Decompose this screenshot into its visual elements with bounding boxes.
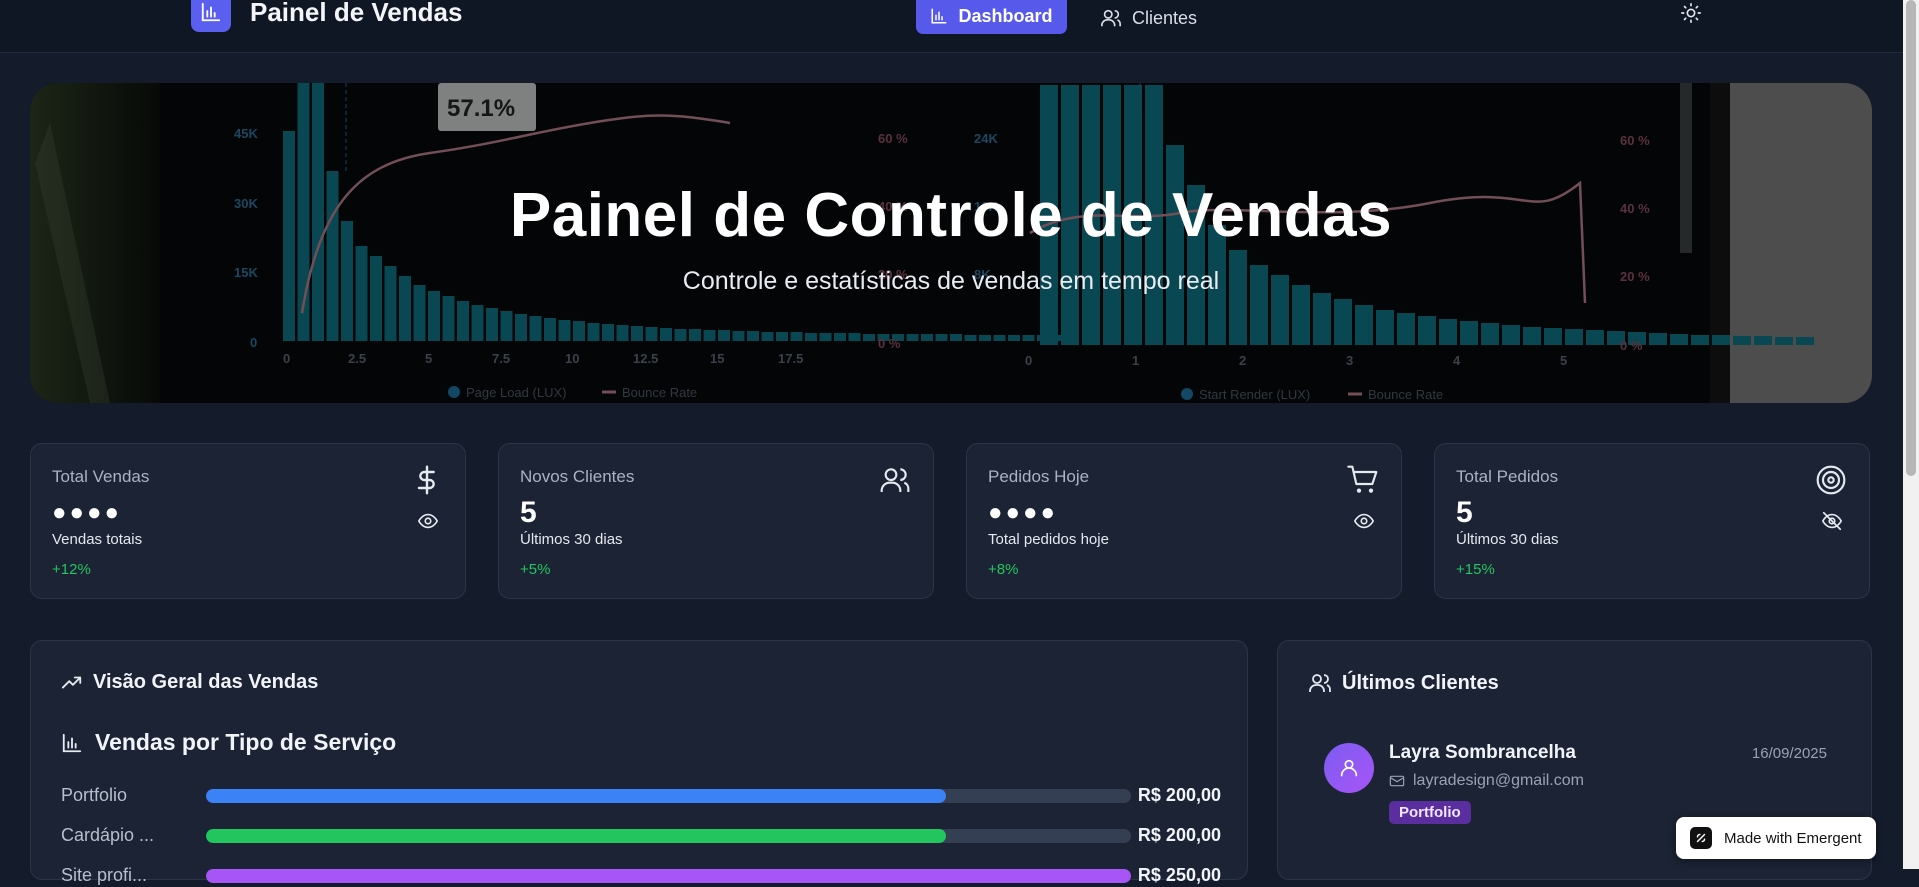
trending-up-icon [61, 676, 82, 688]
sales-overview-title: Visão Geral das Vendas [93, 671, 319, 693]
stat-description: Total pedidos hoje [988, 531, 1109, 548]
latest-clients-header: Últimos Clientes [1308, 671, 1499, 695]
users-icon [1101, 9, 1121, 27]
hero-subtitle: Controle e estatísticas de vendas em tem… [682, 267, 1220, 295]
bar-label: Portfolio [61, 785, 128, 805]
client-service-tag: Portfolio [1389, 801, 1471, 824]
sun-icon [1681, 3, 1701, 23]
cart-icon [1347, 465, 1378, 493]
badge-label: Made with Emergent [1724, 829, 1862, 847]
stat-card-total-pedidos: Total Pedidos 5 Últimos 30 dias +15% [1434, 443, 1870, 599]
nav-dashboard-label: Dashboard [958, 5, 1053, 26]
service-bar-row: Site profi... R$ 250,00 [61, 863, 1221, 887]
bar-chart-icon [201, 2, 221, 22]
hero-title: Painel de Controle de Vendas [509, 181, 1393, 250]
bar-track [206, 789, 1131, 803]
stat-card-novos-clientes: Novos Clientes 5 Últimos 30 dias +5% [498, 443, 934, 599]
stat-description: Últimos 30 dias [520, 531, 623, 548]
bar-label: Cardápio ... [61, 825, 155, 845]
nav-clientes-label: Clientes [1132, 7, 1198, 28]
service-chart-label: Vendas por Tipo de Serviço [95, 729, 397, 755]
service-bar-row: Portfolio R$ 200,00 [61, 783, 1221, 807]
top-navbar: Painel de Vendas Dashboard Clientes [0, 0, 1903, 53]
nav-dashboard-button[interactable]: Dashboard [916, 0, 1067, 34]
bar-value: R$ 200,00 [1137, 825, 1221, 845]
client-email: layradesign@gmail.com [1413, 772, 1584, 789]
scrollbar-thumb[interactable] [1906, 0, 1916, 476]
dollar-icon [417, 465, 435, 495]
bar-track [206, 829, 1131, 843]
client-name[interactable]: Layra Sombrancelha [1389, 742, 1576, 764]
bar-fill [206, 789, 946, 803]
app-logo[interactable] [191, 0, 231, 32]
client-email-row: layradesign@gmail.com [1389, 772, 1584, 790]
stat-title: Novos Clientes [520, 467, 635, 486]
made-with-emergent-badge[interactable]: Made with Emergent [1676, 817, 1876, 859]
service-chart-title: Vendas por Tipo de Serviço [61, 729, 396, 756]
app-title: Painel de Vendas [250, 0, 463, 27]
emergent-logo-icon [1690, 827, 1712, 849]
bar-fill [206, 869, 1131, 883]
stat-description: Vendas totais [52, 531, 143, 548]
bar-chart-icon [931, 8, 947, 24]
users-icon [1309, 674, 1331, 692]
stat-title: Total Vendas [52, 467, 150, 486]
client-date: 16/09/2025 [1751, 745, 1827, 762]
stat-card-total-vendas: Total Vendas ●●●● Vendas totais +12% [30, 443, 466, 599]
stat-value: ●●●● [988, 499, 1058, 526]
eye-icon[interactable] [1353, 510, 1375, 532]
stat-description: Últimos 30 dias [1456, 531, 1559, 548]
bar-value: R$ 200,00 [1137, 785, 1221, 805]
stat-change: +12% [52, 561, 91, 578]
hero-banner: 57.1% 45K 30K 15K 0 24K 16K 8K 0 2.5 5 7… [30, 83, 1872, 403]
target-icon [1816, 465, 1846, 495]
bar-chart-icon [62, 733, 82, 752]
stat-title: Total Pedidos [1456, 467, 1559, 486]
stat-card-pedidos-hoje: Pedidos Hoje ●●●● Total pedidos hoje +8% [966, 443, 1402, 599]
bar-label: Site profi... [61, 865, 148, 885]
sales-overview-panel: Visão Geral das Vendas Vendas por Tipo d… [30, 640, 1248, 885]
stat-title: Pedidos Hoje [988, 467, 1090, 486]
stat-change: +8% [988, 561, 1019, 578]
users-icon [880, 468, 910, 492]
bar-fill [206, 829, 946, 843]
stat-value: ●●●● [52, 499, 122, 526]
eye-off-icon[interactable] [1821, 510, 1843, 532]
bar-track [206, 869, 1131, 883]
nav-clientes-button[interactable]: Clientes [1100, 0, 1197, 38]
user-icon [1340, 759, 1358, 777]
service-bar-row: Cardápio ... R$ 200,00 [61, 823, 1221, 847]
bar-value: R$ 250,00 [1137, 865, 1221, 885]
stat-change: +15% [1456, 561, 1495, 578]
theme-toggle-button[interactable] [1680, 2, 1702, 24]
sales-overview-header: Visão Geral das Vendas [61, 671, 318, 694]
eye-icon[interactable] [417, 510, 439, 532]
avatar [1324, 743, 1374, 793]
page-scrollbar[interactable] [1903, 0, 1919, 869]
stat-change: +5% [520, 561, 551, 578]
stat-value: 5 [1456, 496, 1473, 529]
stat-value: 5 [520, 496, 537, 529]
latest-clients-title: Últimos Clientes [1342, 671, 1499, 694]
mail-icon [1389, 775, 1405, 787]
